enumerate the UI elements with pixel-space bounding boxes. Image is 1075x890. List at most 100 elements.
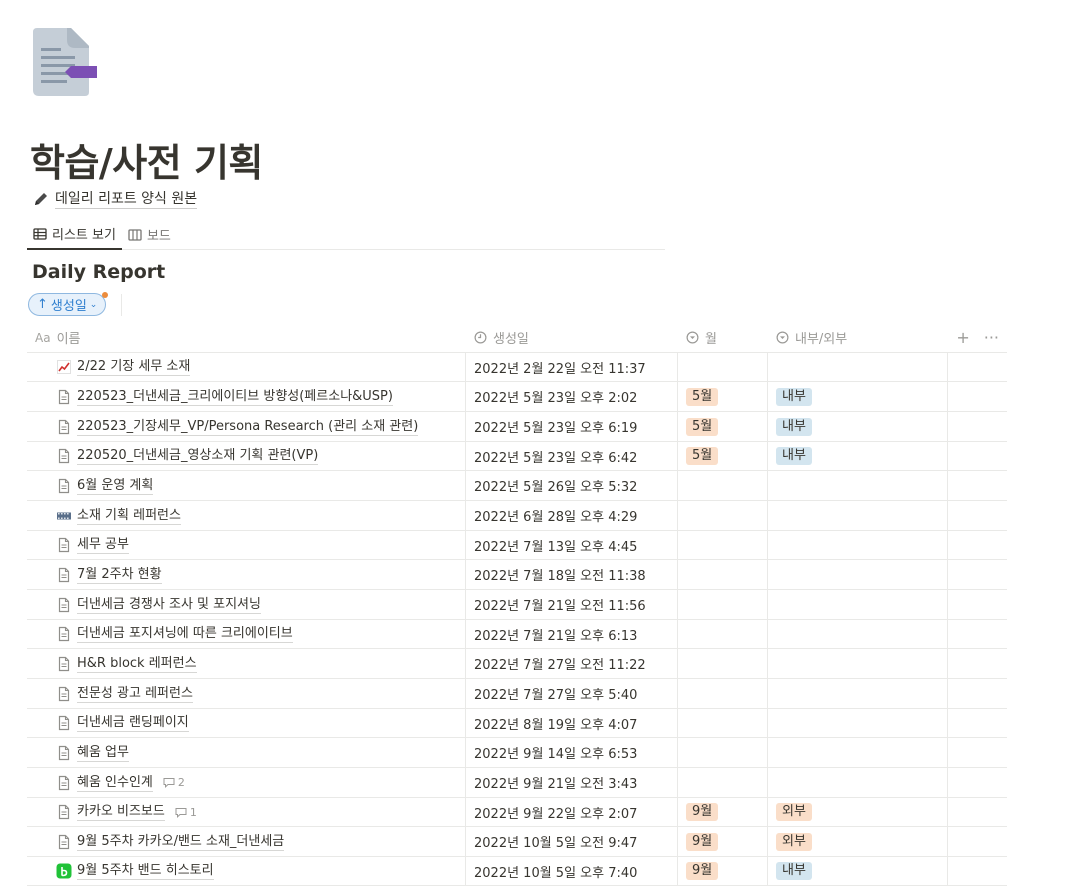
table-row[interactable]: 세무 공부 2022년 7월 13일 오후 4:45: [27, 531, 1007, 560]
cell-created[interactable]: 2022년 5월 23일 오후 6:19: [466, 412, 678, 441]
table-row[interactable]: 220523_더낸세금_크리에이티브 방향성(페르소나&USP) 2022년 5월…: [27, 382, 1007, 412]
cell-name[interactable]: 2/22 기장 세무 소재: [27, 353, 466, 381]
cell-created[interactable]: 2022년 7월 21일 오전 11:56: [466, 590, 678, 619]
add-property-icon[interactable]: +: [956, 328, 969, 347]
cell-created[interactable]: 2022년 2월 22일 오전 11:37: [466, 353, 678, 381]
table-row[interactable]: 6월 운영 계획 2022년 5월 26일 오후 5:32: [27, 471, 1007, 501]
cell-month[interactable]: [678, 590, 768, 619]
cell-created[interactable]: 2022년 9월 14일 오후 6:53: [466, 738, 678, 767]
cell-created[interactable]: 2022년 7월 21일 오후 6:13: [466, 620, 678, 648]
cell-month[interactable]: [678, 620, 768, 648]
cell-month[interactable]: [678, 679, 768, 708]
cell-name[interactable]: 카카오 비즈보드 1: [27, 798, 466, 826]
cell-inout[interactable]: [768, 738, 948, 767]
column-header-name[interactable]: Aa 이름: [27, 323, 466, 352]
linked-page-link[interactable]: 데일리 리포트 양식 원본: [33, 189, 198, 209]
cell-name[interactable]: 혜움 업무: [27, 738, 466, 767]
cell-created[interactable]: 2022년 10월 5일 오후 7:40: [466, 857, 678, 885]
cell-name[interactable]: 더낸세금 포지셔닝에 따른 크리에이티브: [27, 620, 466, 648]
table-row[interactable]: 9월 5주차 밴드 히스토리 2022년 10월 5일 오후 7:40 9월 내부: [27, 857, 1007, 886]
cell-empty[interactable]: [948, 798, 1007, 826]
row-title[interactable]: 소재 기획 레퍼런스: [77, 507, 181, 525]
cell-created[interactable]: 2022년 5월 23일 오후 2:02: [466, 382, 678, 411]
cell-inout[interactable]: [768, 471, 948, 500]
cell-empty[interactable]: [948, 471, 1007, 500]
cell-empty[interactable]: [948, 649, 1007, 678]
cell-name[interactable]: 혜움 인수인계 2: [27, 768, 466, 797]
table-row[interactable]: 9월 5주차 카카오/밴드 소재_더낸세금 2022년 10월 5일 오전 9:4…: [27, 827, 1007, 857]
cell-empty[interactable]: [948, 382, 1007, 411]
table-row[interactable]: 더낸세금 랜딩페이지 2022년 8월 19일 오후 4:07: [27, 709, 1007, 738]
cell-inout[interactable]: [768, 768, 948, 797]
cell-inout[interactable]: 내부: [768, 857, 948, 885]
cell-name[interactable]: 6월 운영 계획: [27, 471, 466, 500]
tab-board-view[interactable]: 보드: [122, 219, 177, 250]
cell-inout[interactable]: [768, 679, 948, 708]
row-title[interactable]: 7월 2주차 현황: [77, 566, 162, 584]
cell-name[interactable]: 전문성 광고 레퍼런스: [27, 679, 466, 708]
cell-created[interactable]: 2022년 7월 27일 오전 11:22: [466, 649, 678, 678]
cell-created[interactable]: 2022년 7월 18일 오전 11:38: [466, 560, 678, 589]
cell-empty[interactable]: [948, 620, 1007, 648]
cell-empty[interactable]: [948, 827, 1007, 856]
row-title[interactable]: 220520_더낸세금_영상소재 기획 관련(VP): [77, 447, 319, 465]
tab-list-view[interactable]: 리스트 보기: [27, 219, 122, 250]
cell-inout[interactable]: [768, 620, 948, 648]
cell-inout[interactable]: 외부: [768, 827, 948, 856]
cell-name[interactable]: 9월 5주차 카카오/밴드 소재_더낸세금: [27, 827, 466, 856]
cell-name[interactable]: 220523_기장세무_VP/Persona Research (관리 소재 관…: [27, 412, 466, 441]
row-title[interactable]: 6월 운영 계획: [77, 477, 154, 495]
cell-created[interactable]: 2022년 7월 13일 오후 4:45: [466, 531, 678, 559]
table-row[interactable]: 혜움 인수인계 2 2022년 9월 21일 오전 3:43: [27, 768, 1007, 798]
column-header-month[interactable]: 월: [678, 323, 768, 352]
cell-name[interactable]: 소재 기획 레퍼런스: [27, 501, 466, 530]
cell-created[interactable]: 2022년 5월 26일 오후 5:32: [466, 471, 678, 500]
cell-month[interactable]: [678, 353, 768, 381]
cell-inout[interactable]: [768, 560, 948, 589]
cell-month[interactable]: [678, 471, 768, 500]
table-row[interactable]: 혜움 업무 2022년 9월 14일 오후 6:53: [27, 738, 1007, 768]
cell-inout[interactable]: [768, 531, 948, 559]
table-row[interactable]: 카카오 비즈보드 1 2022년 9월 22일 오후 2:07 9월 외부: [27, 798, 1007, 827]
cell-name[interactable]: 세무 공부: [27, 531, 466, 559]
cell-created[interactable]: 2022년 6월 28일 오후 4:29: [466, 501, 678, 530]
table-row[interactable]: 더낸세금 포지셔닝에 따른 크리에이티브 2022년 7월 21일 오후 6:13: [27, 620, 1007, 649]
cell-created[interactable]: 2022년 8월 19일 오후 4:07: [466, 709, 678, 737]
cell-name[interactable]: 7월 2주차 현황: [27, 560, 466, 589]
table-row[interactable]: 소재 기획 레퍼런스 2022년 6월 28일 오후 4:29: [27, 501, 1007, 531]
row-title[interactable]: H&R block 레퍼런스: [77, 655, 197, 673]
cell-inout[interactable]: [768, 709, 948, 737]
row-title[interactable]: 9월 5주차 카카오/밴드 소재_더낸세금: [77, 833, 285, 851]
table-row[interactable]: 7월 2주차 현황 2022년 7월 18일 오전 11:38: [27, 560, 1007, 590]
cell-created[interactable]: 2022년 9월 21일 오전 3:43: [466, 768, 678, 797]
cell-empty[interactable]: [948, 590, 1007, 619]
cell-month[interactable]: 5월: [678, 412, 768, 441]
row-title[interactable]: 더낸세금 랜딩페이지: [77, 714, 189, 732]
cell-inout[interactable]: 내부: [768, 412, 948, 441]
cell-inout[interactable]: [768, 353, 948, 381]
cell-empty[interactable]: [948, 679, 1007, 708]
row-title[interactable]: 2/22 기장 세무 소재: [77, 358, 191, 376]
cell-created[interactable]: 2022년 5월 23일 오후 6:42: [466, 442, 678, 470]
cell-name[interactable]: 더낸세금 랜딩페이지: [27, 709, 466, 737]
cell-name[interactable]: 220523_더낸세금_크리에이티브 방향성(페르소나&USP): [27, 382, 466, 411]
cell-month[interactable]: 9월: [678, 857, 768, 885]
cell-created[interactable]: 2022년 7월 27일 오후 5:40: [466, 679, 678, 708]
cell-inout[interactable]: [768, 501, 948, 530]
table-row[interactable]: H&R block 레퍼런스 2022년 7월 27일 오전 11:22: [27, 649, 1007, 679]
cell-created[interactable]: 2022년 10월 5일 오전 9:47: [466, 827, 678, 856]
cell-month[interactable]: [678, 768, 768, 797]
page-title[interactable]: 학습/사전 기획: [30, 132, 263, 187]
row-title[interactable]: 9월 5주차 밴드 히스토리: [77, 862, 214, 880]
row-title[interactable]: 카카오 비즈보드: [77, 803, 165, 821]
document-icon[interactable]: [31, 26, 99, 98]
cell-month[interactable]: [678, 709, 768, 737]
row-title[interactable]: 220523_기장세무_VP/Persona Research (관리 소재 관…: [77, 418, 419, 436]
cell-empty[interactable]: [948, 353, 1007, 381]
comment-count[interactable]: 1: [175, 806, 197, 819]
table-row[interactable]: 220520_더낸세금_영상소재 기획 관련(VP) 2022년 5월 23일 오…: [27, 442, 1007, 471]
cell-name[interactable]: 220520_더낸세금_영상소재 기획 관련(VP): [27, 442, 466, 470]
cell-month[interactable]: [678, 560, 768, 589]
cell-month[interactable]: 5월: [678, 442, 768, 470]
row-title[interactable]: 혜움 인수인계: [77, 774, 153, 792]
